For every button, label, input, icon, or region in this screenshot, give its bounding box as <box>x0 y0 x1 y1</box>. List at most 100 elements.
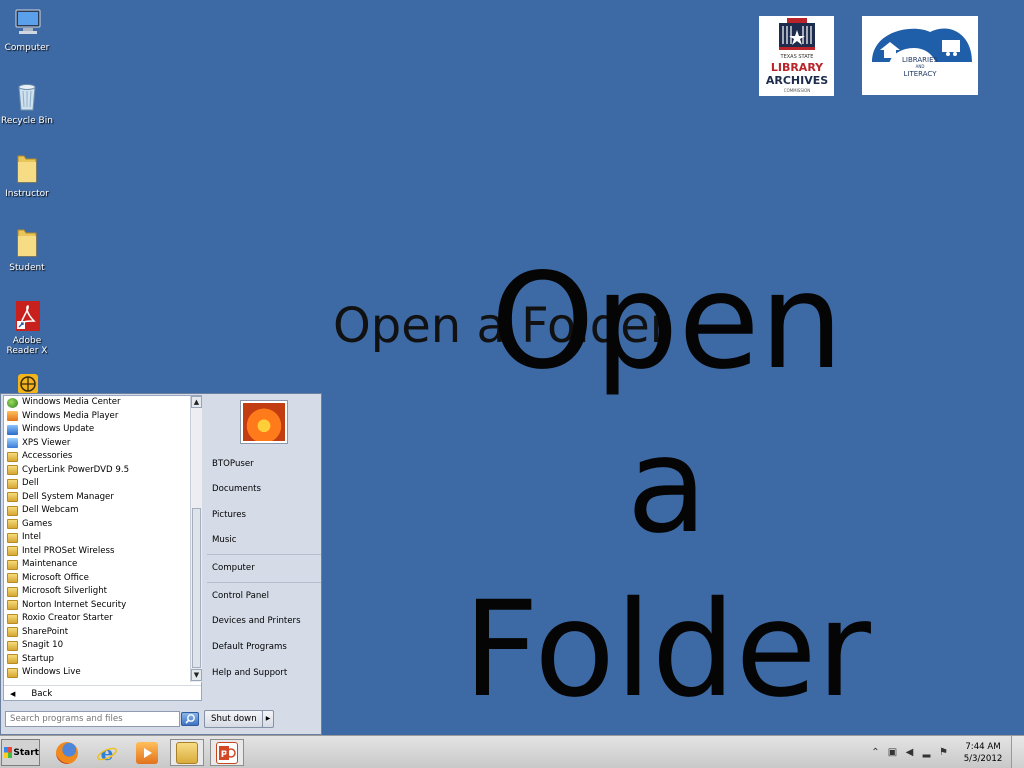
folder-icon <box>7 546 18 557</box>
menu-item-help-support[interactable]: Help and Support <box>203 661 321 685</box>
shutdown-button[interactable]: Shut down <box>204 710 263 728</box>
folder-icon <box>7 613 18 624</box>
scroll-up-arrow-icon[interactable]: ▲ <box>191 396 202 408</box>
program-label: CyberLink PowerDVD 9.5 <box>22 464 130 475</box>
texas-state-library-logo: TEXAS STATE LIBRARY ARCHIVES COMMISSION <box>759 16 834 96</box>
start-label: Start <box>13 747 39 758</box>
program-label: Maintenance <box>22 559 78 569</box>
folder-icon <box>7 600 18 611</box>
user-avatar[interactable] <box>241 401 287 443</box>
menu-item-control-panel[interactable]: Control Panel <box>203 584 321 608</box>
back-button[interactable]: ◀ Back <box>4 685 201 701</box>
program-folder-intel-proset[interactable]: Intel PROSet Wireless <box>4 545 190 559</box>
program-item-windows-update[interactable]: Windows Update <box>4 423 190 437</box>
folder-icon <box>7 451 18 462</box>
desktop-icon-label: Instructor <box>5 189 49 199</box>
folder-icon <box>10 226 44 260</box>
program-folder-intel[interactable]: Intel <box>4 531 190 545</box>
program-folder-maintenance[interactable]: Maintenance <box>4 558 190 572</box>
show-desktop-button[interactable] <box>1011 736 1024 768</box>
program-folder-accessories[interactable]: Accessories <box>4 450 190 464</box>
taskbar-app-windows-explorer[interactable] <box>170 739 204 766</box>
program-folder-dell[interactable]: Dell <box>4 477 190 491</box>
xps-viewer-icon <box>7 438 18 449</box>
program-list-scrollbar[interactable]: ▲ ▼ <box>190 396 202 682</box>
menu-item-user-folder[interactable]: BTOPuser <box>203 452 321 476</box>
menu-item-documents[interactable]: Documents <box>203 477 321 501</box>
menu-item-pictures[interactable]: Pictures <box>203 503 321 527</box>
logo-text: LIBRARIES <box>902 56 938 64</box>
program-folder-games[interactable]: Games <box>4 518 190 532</box>
folder-icon <box>7 559 18 570</box>
network-signal-icon[interactable]: ▂ <box>921 747 932 759</box>
menu-item-music[interactable]: Music <box>203 528 321 552</box>
start-menu-right-pane: BTOPuser Documents Pictures Music Comput… <box>203 394 322 734</box>
scrollbar-thumb[interactable] <box>192 508 201 668</box>
search-input[interactable] <box>5 711 180 727</box>
back-arrow-icon: ◀ <box>10 689 16 698</box>
computer-icon <box>10 6 44 40</box>
libraries-literacy-logo: LIBRARIES AND LITERACY <box>862 16 978 95</box>
device-icon[interactable]: ▣ <box>887 747 898 759</box>
powerpoint-icon: P <box>216 741 238 764</box>
program-item-windows-media-player[interactable]: Windows Media Player <box>4 410 190 424</box>
desktop-icon-recycle-bin[interactable]: Recycle Bin <box>0 79 54 126</box>
program-label: Roxio Creator Starter <box>22 613 113 623</box>
program-folder-dell-webcam[interactable]: Dell Webcam <box>4 504 190 518</box>
show-hidden-icons-icon[interactable]: ⌃ <box>870 747 881 759</box>
program-folder-cyberlink[interactable]: CyberLink PowerDVD 9.5 <box>4 464 190 478</box>
program-label: Intel PROSet Wireless <box>22 545 115 556</box>
program-label: Dell Webcam <box>22 505 79 515</box>
program-folder-microsoft-office[interactable]: Microsoft Office <box>4 572 190 586</box>
taskbar-app-powerpoint[interactable]: P <box>210 739 244 766</box>
desktop-icon-adobe-reader[interactable]: Adobe Reader X <box>0 299 54 356</box>
clock-time: 7:44 AM <box>965 742 1001 752</box>
taskbar-app-firefox[interactable] <box>50 739 84 766</box>
windows-explorer-icon <box>176 741 198 764</box>
program-item-xps-viewer[interactable]: XPS Viewer <box>4 437 190 451</box>
desktop-icon-label: Computer <box>4 43 50 53</box>
volume-muted-icon[interactable]: ◀ <box>904 747 915 759</box>
firefox-icon <box>56 741 78 764</box>
folder-icon <box>7 627 18 638</box>
program-folder-roxio[interactable]: Roxio Creator Starter <box>4 612 190 626</box>
all-programs-panel: Windows Media Center Windows Media Playe… <box>3 395 202 701</box>
program-label: Windows Media Player <box>22 410 119 421</box>
menu-item-computer[interactable]: Computer <box>203 556 321 580</box>
program-label: Dell System Manager <box>22 491 114 502</box>
folder-icon <box>7 532 18 543</box>
program-folder-snagit[interactable]: Snagit 10 <box>4 639 190 653</box>
windows-update-icon <box>7 424 18 435</box>
folder-icon <box>7 573 18 584</box>
start-button[interactable]: Start <box>1 739 40 766</box>
program-folder-windows-live[interactable]: Windows Live <box>4 666 190 680</box>
shutdown-options-arrow-icon[interactable]: ▶ <box>262 710 274 728</box>
folder-icon <box>7 505 18 516</box>
taskbar-app-internet-explorer[interactable]: e <box>90 739 124 766</box>
desktop-icon-instructor[interactable]: Instructor <box>0 152 54 199</box>
action-center-flag-icon[interactable]: ⚑ <box>938 747 949 759</box>
scroll-down-arrow-icon[interactable]: ▼ <box>191 669 202 681</box>
system-tray: ⌃ ▣ ◀ ▂ ⚑ <box>866 739 958 766</box>
program-label: Intel <box>22 532 42 542</box>
menu-item-devices-printers[interactable]: Devices and Printers <box>203 609 321 633</box>
program-label: XPS Viewer <box>22 437 71 448</box>
menu-item-default-programs[interactable]: Default Programs <box>203 635 321 659</box>
search-icon[interactable] <box>181 712 199 726</box>
program-folder-startup[interactable]: Startup <box>4 653 190 667</box>
program-list: Windows Media Center Windows Media Playe… <box>4 396 190 682</box>
taskbar-clock[interactable]: 7:44 AM 5/3/2012 <box>958 739 1008 766</box>
program-label: Dell <box>22 478 39 488</box>
desktop-icon-student[interactable]: Student <box>0 226 54 273</box>
program-folder-norton[interactable]: Norton Internet Security <box>4 599 190 613</box>
folder-icon <box>7 478 18 489</box>
desktop-icon-computer[interactable]: Computer <box>0 6 54 53</box>
logo-text: LIBRARY <box>771 61 824 74</box>
program-folder-sharepoint[interactable]: SharePoint <box>4 626 190 640</box>
program-folder-microsoft-silverlight[interactable]: Microsoft Silverlight <box>4 585 190 599</box>
back-label: Back <box>31 688 53 699</box>
program-item-windows-media-center[interactable]: Windows Media Center <box>4 396 190 410</box>
program-folder-dell-system-manager[interactable]: Dell System Manager <box>4 491 190 505</box>
taskbar-app-media-player[interactable] <box>130 739 164 766</box>
desktop-icon-label: Student <box>9 263 45 273</box>
